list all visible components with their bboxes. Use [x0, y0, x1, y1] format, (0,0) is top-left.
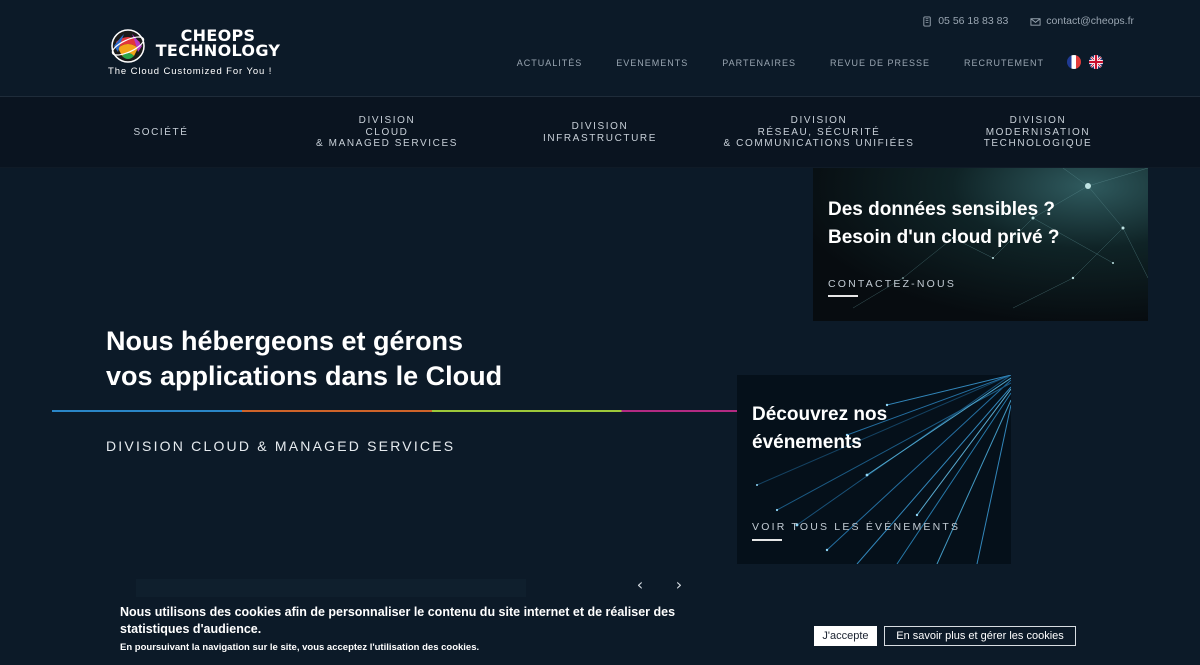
chevron-left-icon[interactable]: ‹	[632, 576, 648, 594]
top-nav-recrutement[interactable]: RECRUTEMENT	[964, 58, 1044, 68]
phone-link[interactable]: 05 56 18 83 83	[922, 15, 1008, 27]
events-title-line1: Découvrez nos	[752, 404, 888, 425]
manage-cookies-button[interactable]: En savoir plus et gérer les cookies	[884, 626, 1076, 646]
private-cloud-title-line1: Des données sensibles ?	[828, 199, 1056, 220]
see-all-events-link[interactable]: VOIR TOUS LES ÉVÉNEMENTS	[752, 521, 960, 533]
see-all-events-underline	[752, 539, 782, 541]
private-cloud-card-title: Des données sensibles ? Besoin d'un clou…	[828, 196, 1059, 252]
events-card[interactable]: Découvrez nos événements VOIR TOUS LES É…	[737, 375, 1011, 564]
hero-subtitle: DIVISION CLOUD & MANAGED SERVICES	[106, 438, 456, 454]
top-nav-partenaires[interactable]: PARTENAIRES	[722, 58, 796, 68]
private-cloud-card[interactable]: Des données sensibles ? Besoin d'un clou…	[813, 168, 1148, 321]
division-nav-modernisation[interactable]: DIVISION MODERNISATION TECHNOLOGIQUE	[960, 97, 1116, 168]
events-title-line2: événements	[752, 432, 862, 453]
phone-number: 05 56 18 83 83	[938, 15, 1009, 27]
accept-cookies-button[interactable]: J'accepte	[814, 626, 877, 646]
cookie-message: Nous utilisons des cookies afin de perso…	[120, 605, 676, 636]
hero-title-line2: vos applications dans le Cloud	[106, 361, 503, 391]
division-nav-societe[interactable]: SOCIÉTÉ	[96, 97, 226, 168]
top-nav-actualites[interactable]: ACTUALITÉS	[517, 58, 583, 68]
email-link[interactable]: contact@cheops.fr	[1030, 15, 1134, 27]
fr-flag-icon[interactable]	[1067, 55, 1081, 69]
site-header: CHEOPS TECHNOLOGY The Cloud Customized F…	[0, 0, 1200, 97]
uk-flag-graphic	[1089, 55, 1103, 69]
site-logo[interactable]: CHEOPS TECHNOLOGY The Cloud Customized F…	[108, 26, 298, 80]
hero-color-divider	[52, 410, 738, 412]
slider-progress-bar	[136, 579, 526, 597]
division-nav-infrastructure[interactable]: DIVISION INFRASTRUCTURE	[520, 97, 680, 168]
chevron-right-icon[interactable]: ›	[671, 576, 687, 594]
contact-us-link[interactable]: CONTACTEZ-NOUS	[828, 278, 956, 290]
envelope-icon	[1030, 17, 1041, 26]
logo-tagline: The Cloud Customized For You !	[108, 66, 273, 77]
hero-title: Nous hébergeons et gérons vos applicatio…	[106, 324, 502, 394]
private-cloud-title-line2: Besoin d'un cloud privé ?	[828, 227, 1060, 248]
top-nav: ACTUALITÉS EVENEMENTS PARTENAIRES REVUE …	[517, 58, 1044, 68]
language-switcher	[1067, 55, 1103, 69]
phone-icon	[923, 15, 931, 27]
division-nav-reseau-securite[interactable]: DIVISION RÉSEAU, SÉCURITÉ & COMMUNICATIO…	[710, 97, 928, 168]
hero-title-line1: Nous hébergeons et gérons	[106, 326, 464, 356]
globe-logo-icon	[111, 29, 145, 63]
logo-wordmark: CHEOPS TECHNOLOGY	[152, 28, 284, 60]
division-nav: SOCIÉTÉ DIVISION CLOUD & MANAGED SERVICE…	[0, 97, 1200, 168]
logo-name-line2: TECHNOLOGY	[155, 41, 281, 60]
cookie-consent-note: En poursuivant la navigation sur le site…	[120, 642, 480, 653]
events-card-title: Découvrez nos événements	[752, 401, 887, 457]
contact-bar: 05 56 18 83 83 contact@cheops.fr	[922, 15, 1134, 27]
contact-us-underline	[828, 295, 858, 297]
uk-flag-icon[interactable]	[1089, 55, 1103, 69]
top-nav-evenements[interactable]: EVENEMENTS	[616, 58, 688, 68]
division-nav-cloud[interactable]: DIVISION CLOUD & MANAGED SERVICES	[292, 97, 482, 168]
email-address: contact@cheops.fr	[1046, 15, 1134, 27]
top-nav-revue-de-presse[interactable]: REVUE DE PRESSE	[830, 58, 930, 68]
